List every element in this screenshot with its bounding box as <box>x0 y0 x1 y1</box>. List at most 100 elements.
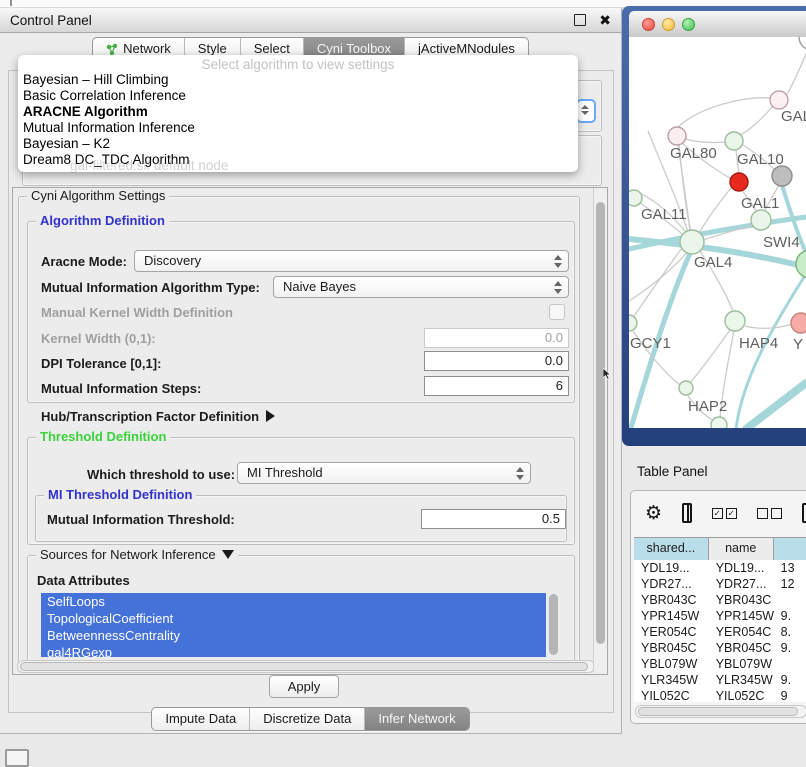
kernel-width-field[interactable]: 0.0 <box>424 328 569 348</box>
hub-definition-toggle[interactable]: Hub/Transcription Factor Definition <box>41 409 275 424</box>
network-node-gal80[interactable] <box>668 127 686 145</box>
close-icon[interactable]: ✖ <box>599 15 611 25</box>
table-cell <box>774 656 806 672</box>
chevron-down-icon <box>222 550 234 559</box>
gear-icon[interactable]: ⚙ <box>645 504 662 523</box>
table-row[interactable]: YER054CYER054C8. <box>634 624 806 640</box>
table-cell: YBR045C <box>709 640 774 656</box>
network-node-hap2[interactable] <box>679 381 693 395</box>
sources-group-title[interactable]: Sources for Network Inference <box>36 547 238 562</box>
algorithm-option-bayesian-hill-climbing[interactable]: Bayesian – Hill Climbing <box>18 72 578 88</box>
table-cell: YPR145W <box>634 608 709 624</box>
table-cell: YER054C <box>634 624 709 640</box>
combo-spinner-icon <box>554 281 563 294</box>
table-cell: YDL19... <box>634 560 709 576</box>
network-node-gal11[interactable] <box>629 190 642 206</box>
dpi-tolerance-field[interactable]: 0.0 <box>424 351 569 371</box>
top-tick <box>10 0 12 6</box>
deselect-all-checkboxes-icon[interactable] <box>757 508 782 519</box>
table-toolbar: ⚙ ✓✓ <box>631 491 806 535</box>
node-label-gal11: GAL11 <box>641 206 687 223</box>
new-table-icon[interactable] <box>802 503 806 523</box>
node-label-gal4: GAL4 <box>694 254 732 271</box>
bottom-tabbar: Impute DataDiscretize DataInfer Network <box>0 707 621 731</box>
floating-mini-button[interactable] <box>5 749 29 767</box>
attribute-item-gal4rgexp[interactable]: gal4RGexp <box>41 644 546 657</box>
node-label-hap2: HAP2 <box>688 398 727 415</box>
network-node-gal10[interactable] <box>725 132 743 150</box>
table-cell: YBR043C <box>634 592 709 608</box>
network-node-swi4[interactable] <box>796 250 806 278</box>
combo-spinner-icon <box>516 467 525 480</box>
network-node[interactable] <box>772 166 792 186</box>
table-cell: 9. <box>774 608 806 624</box>
select-all-checkboxes-icon[interactable]: ✓✓ <box>712 508 737 519</box>
dpi-tolerance-label: DPI Tolerance [0,1]: <box>41 356 161 371</box>
attribute-item-betweennesscentrality[interactable]: BetweennessCentrality <box>41 627 546 644</box>
data-attributes-list[interactable]: SelfLoopsTopologicalCoefficientBetweenne… <box>41 593 546 657</box>
zoom-traffic-light[interactable] <box>682 18 695 31</box>
mi-steps-field[interactable]: 6 <box>424 376 569 396</box>
mi-threshold-field[interactable]: 0.5 <box>421 509 566 529</box>
attribute-item-selfloops[interactable]: SelfLoops <box>41 593 546 610</box>
network-node-y[interactable] <box>791 313 806 333</box>
table-body[interactable]: YDL19...YDL19...13YDR27...YDR27...12YBR0… <box>634 560 806 702</box>
network-canvas[interactable]: GALGAL80GAL10GAL1GAL11SWI4GAL4GCY1HAP4YH… <box>629 37 806 428</box>
tab-discretize-data[interactable]: Discretize Data <box>249 708 364 730</box>
table-row[interactable]: YBR045CYBR045C9. <box>634 640 806 656</box>
column-header-name[interactable]: name <box>709 538 774 560</box>
algorithm-option-mutual-information-inference[interactable]: Mutual Information Inference <box>18 120 578 136</box>
network-view-window: GALGAL80GAL10GAL1GAL11SWI4GAL4GCY1HAP4YH… <box>622 6 806 446</box>
algorithm-option-bayesian-k2[interactable]: Bayesian – K2 <box>18 136 578 152</box>
table-row[interactable]: YDR27...YDR27...12 <box>634 576 806 592</box>
close-traffic-light[interactable] <box>642 18 655 31</box>
mi-threshold-label: Mutual Information Threshold: <box>47 512 235 527</box>
which-threshold-combobox[interactable]: MI Threshold <box>237 462 531 484</box>
column-header-shared[interactable]: shared... <box>634 538 709 560</box>
network-node-gal4[interactable] <box>680 230 704 254</box>
table-cell: 9. <box>774 640 806 656</box>
table-row[interactable]: YLR345WYLR345W9. <box>634 672 806 688</box>
table-row[interactable]: YDL19...YDL19...13 <box>634 560 806 576</box>
table-cell: YER054C <box>709 624 774 640</box>
aracne-mode-combobox[interactable]: Discovery <box>134 250 569 272</box>
network-node[interactable] <box>799 37 806 50</box>
table-row[interactable]: YBR043CYBR043C <box>634 592 806 608</box>
vertical-scrollbar[interactable] <box>593 188 607 672</box>
column-header-2[interactable] <box>774 538 806 560</box>
table-header[interactable]: shared...name <box>634 537 806 561</box>
chevron-right-icon <box>266 410 275 422</box>
kernel-width-label: Kernel Width (0,1): <box>41 331 156 346</box>
table-cell: 13 <box>774 560 806 576</box>
mi-algorithm-type-combobox[interactable]: Naive Bayes <box>273 276 569 298</box>
tab-impute-data[interactable]: Impute Data <box>152 708 249 730</box>
network-node-gal[interactable] <box>770 91 788 109</box>
table-row[interactable]: YIL052CYIL052C9 <box>634 688 806 702</box>
node-label-hap4: HAP4 <box>739 335 778 352</box>
network-node-gcy1[interactable] <box>629 315 637 331</box>
horizontal-scrollbar[interactable] <box>17 660 595 673</box>
algorithm-combo-spinner-fragment[interactable] <box>576 99 596 123</box>
apply-button[interactable]: Apply <box>269 675 339 698</box>
minimize-traffic-light[interactable] <box>662 18 675 31</box>
attribute-item-topologicalcoefficient[interactable]: TopologicalCoefficient <box>41 610 546 627</box>
node-label-gcy1: GCY1 <box>630 335 671 352</box>
manual-kernel-width-checkbox[interactable] <box>549 304 565 320</box>
columns-icon[interactable] <box>682 503 692 523</box>
table-row[interactable]: YPR145WYPR145W9. <box>634 608 806 624</box>
algorithm-option-aracne-algorithm[interactable]: ARACNE Algorithm <box>18 104 578 120</box>
network-node[interactable] <box>711 417 727 428</box>
network-node-hap4[interactable] <box>725 311 745 331</box>
table-row[interactable]: YBL079WYBL079W <box>634 656 806 672</box>
network-node-gal1[interactable] <box>751 210 771 230</box>
network-node[interactable] <box>730 173 748 191</box>
table-cell: YLR345W <box>634 672 709 688</box>
algorithm-option-basic-correlation-inference[interactable]: Basic Correlation Inference <box>18 88 578 104</box>
table-horizontal-scrollbar[interactable] <box>635 705 806 718</box>
table-cell: YLR345W <box>709 672 774 688</box>
tab-infer-network[interactable]: Infer Network <box>364 708 468 730</box>
float-window-icon[interactable] <box>574 14 586 26</box>
table-cell: YIL052C <box>634 688 709 702</box>
list-scrollbar-thumb[interactable] <box>549 594 558 655</box>
table-panel: ⚙ ✓✓ shared...name YDL19...YDL19...13YDR… <box>630 490 806 724</box>
